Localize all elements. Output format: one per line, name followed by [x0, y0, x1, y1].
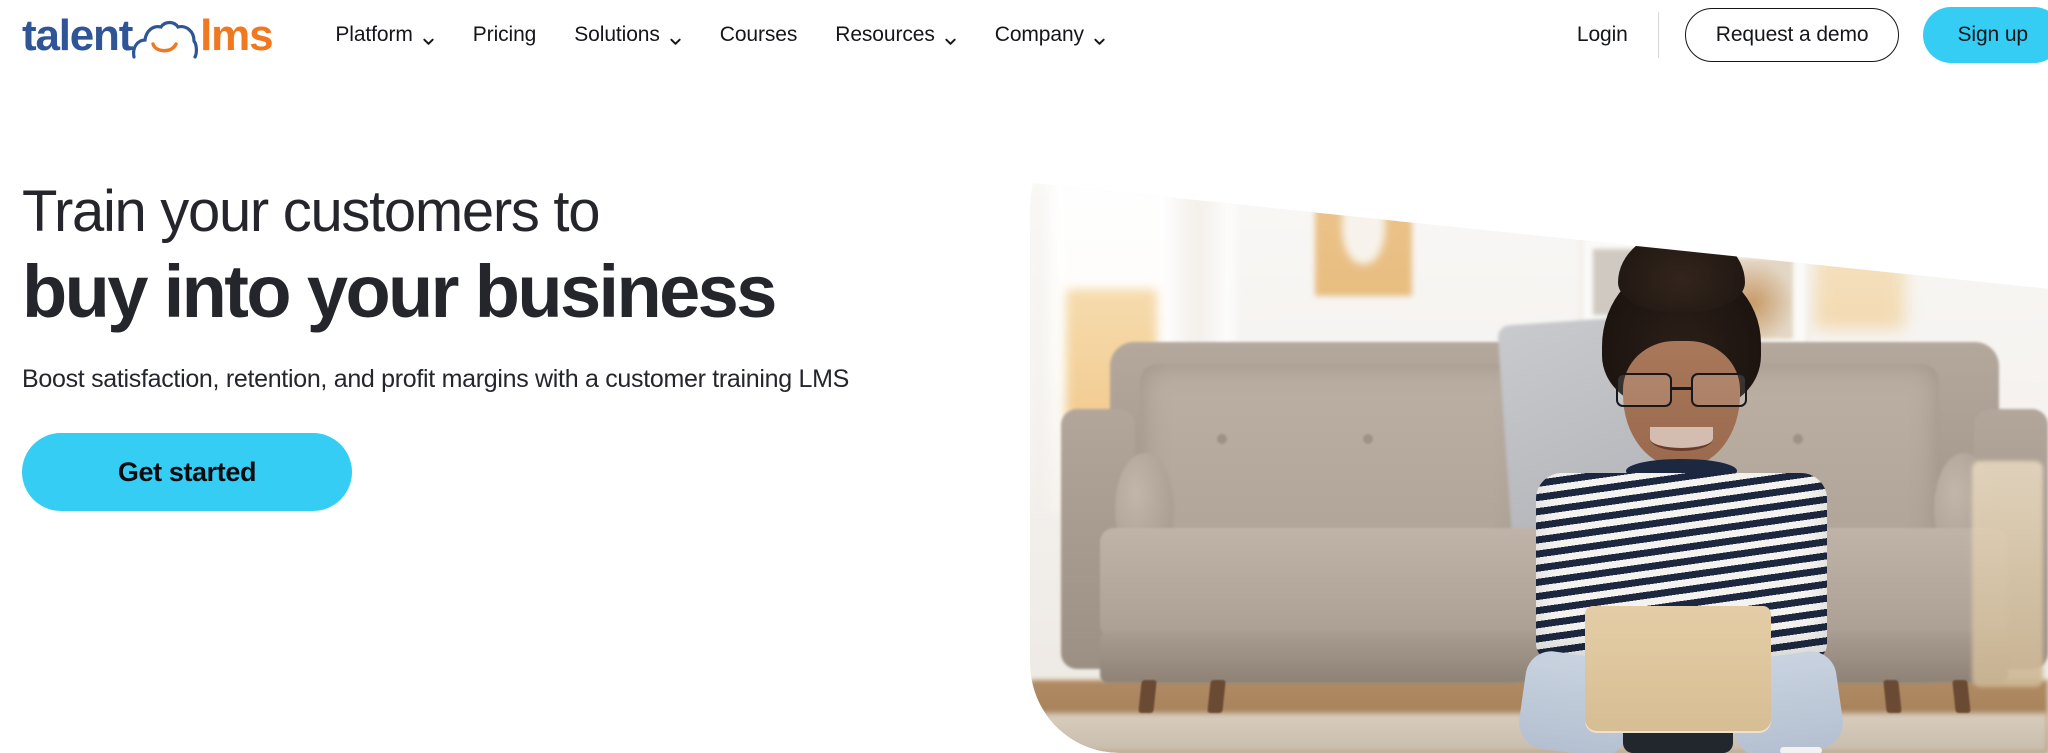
chevron-down-icon — [422, 30, 435, 45]
person-with-laptop — [1508, 229, 1854, 753]
logo-text-talent: talent — [22, 11, 133, 60]
eyeglasses-icon — [1615, 372, 1748, 408]
couch-leg — [1206, 679, 1226, 714]
hero-image-frame — [1030, 182, 2048, 753]
nav-label: Pricing — [472, 23, 537, 46]
hero-headline-line-2: buy into your business — [22, 249, 777, 333]
nav-item-platform[interactable]: Platform — [316, 15, 453, 55]
hero-image — [1030, 182, 2048, 753]
nav-label: Courses — [719, 23, 798, 46]
chevron-down-icon — [1093, 30, 1106, 45]
wall-art-tall — [1315, 182, 1412, 296]
nav-label: Platform — [335, 23, 413, 46]
hero-photo — [1030, 182, 2048, 753]
nav-item-pricing[interactable]: Pricing — [454, 15, 556, 55]
chevron-down-icon — [669, 30, 682, 45]
couch-leg — [1952, 679, 1971, 714]
get-started-button[interactable]: Get started — [22, 433, 352, 512]
nav-item-company[interactable]: Company — [976, 15, 1125, 55]
hero-copy: Train your customers to buy into your bu… — [22, 179, 1002, 512]
nav-item-solutions[interactable]: Solutions — [555, 15, 701, 55]
hero-headline-line-1: Train your customers to — [22, 179, 600, 244]
logo-text-lms: lms — [200, 11, 273, 60]
nav-label: Company — [994, 23, 1084, 46]
picture-frame — [1579, 182, 1672, 216]
hero-section: Train your customers to buy into your bu… — [0, 70, 2048, 753]
sign-up-button[interactable]: Sign up — [1923, 7, 2048, 63]
nav-item-courses[interactable]: Courses — [701, 15, 817, 55]
main-navigation: Platform Pricing Solutions Courses Resou… — [316, 15, 1125, 55]
login-link[interactable]: Login — [1573, 17, 1632, 53]
laptop — [1584, 605, 1772, 734]
talentlms-logo[interactable]: talent lms — [22, 11, 274, 60]
request-demo-button[interactable]: Request a demo — [1684, 8, 1900, 62]
nav-label: Solutions — [574, 23, 660, 46]
picture-frame — [1696, 182, 1809, 223]
nav-item-resources[interactable]: Resources — [816, 15, 975, 55]
header-divider — [1657, 12, 1659, 58]
couch-leg — [1883, 679, 1902, 714]
nav-label: Resources — [835, 23, 935, 46]
site-header: talent lms Platform Pricing Solutions Co… — [0, 0, 2048, 70]
couch-leg — [1137, 679, 1157, 714]
landing-page: talent lms Platform Pricing Solutions Co… — [0, 0, 2048, 753]
header-actions: Login Request a demo Sign up — [1573, 0, 2048, 70]
chevron-down-icon — [944, 30, 957, 45]
hero-subheadline: Boost satisfaction, retention, and profi… — [22, 365, 850, 394]
smile — [1650, 426, 1713, 452]
side-table — [1971, 461, 2043, 687]
cloud-smile-icon — [132, 19, 199, 59]
